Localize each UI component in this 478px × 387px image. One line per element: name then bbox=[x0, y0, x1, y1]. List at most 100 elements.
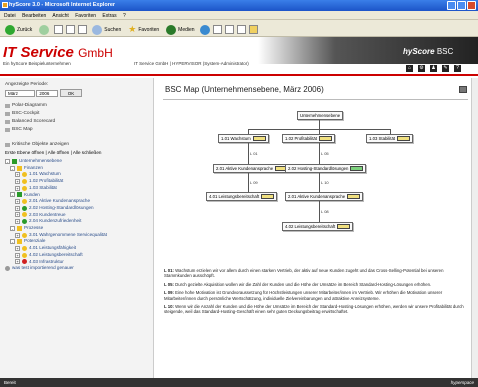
tree-item[interactable]: was test importierend genauer bbox=[5, 265, 148, 272]
map-node-kundenansprache[interactable]: 2.01 Aktive Kundenansprache bbox=[213, 164, 292, 173]
link-label[interactable]: L 09 bbox=[250, 180, 258, 185]
map-node-profitabilitaet[interactable]: 1.02 Profitabilität bbox=[282, 134, 336, 143]
vertical-scrollbar[interactable] bbox=[471, 78, 478, 378]
map-node-hosting[interactable]: 2.02 Hosting-Standardlösungen bbox=[285, 164, 367, 173]
status-icon bbox=[22, 212, 27, 218]
tree-item[interactable]: - Kunden bbox=[5, 192, 148, 199]
tree-item[interactable]: +4.03 Infrastruktur bbox=[5, 259, 148, 266]
ok-button[interactable]: OK bbox=[59, 89, 83, 97]
expand-toggle-icon[interactable]: - bbox=[10, 225, 15, 231]
page-title: BSC Map (Unternehmensebene, März 2006) bbox=[165, 85, 324, 94]
expand-toggle-icon[interactable]: + bbox=[15, 252, 20, 258]
home-icon[interactable] bbox=[78, 25, 88, 34]
folder-icon[interactable] bbox=[248, 25, 258, 34]
map-node-leistungsbereitschaft-a[interactable]: 4.01 Leistungsbereitschaft bbox=[206, 192, 278, 201]
expand-toggle-icon[interactable]: - bbox=[10, 165, 15, 171]
expand-toggle-icon[interactable]: - bbox=[10, 192, 15, 198]
expand-toggle-icon[interactable]: + bbox=[15, 259, 20, 265]
tree-item[interactable]: +2.04 Kundenzufriedenheit bbox=[5, 218, 148, 225]
map-node-root[interactable]: Unternehmensebene bbox=[297, 111, 344, 120]
forward-arrow-icon bbox=[39, 24, 50, 35]
stop-icon[interactable] bbox=[54, 25, 64, 34]
tree-item[interactable]: +2.03 Kundentreue bbox=[5, 212, 148, 219]
expand-toggle-icon[interactable]: + bbox=[15, 205, 20, 211]
expand-toggle-icon[interactable]: + bbox=[15, 232, 20, 238]
tree-item-label: 2.04 Kundenzufriedenheit bbox=[29, 218, 82, 224]
status-icon bbox=[17, 239, 22, 245]
link-label[interactable]: L 01 bbox=[250, 151, 258, 156]
home-nav-icon[interactable]: ⌂ bbox=[405, 64, 414, 73]
tree-item[interactable]: +2.02 Hosting-Standardlösungen bbox=[5, 205, 148, 212]
maximize-button[interactable] bbox=[457, 1, 466, 10]
menu-bearbeiten[interactable]: Bearbeiten bbox=[22, 13, 46, 19]
tree-item[interactable]: +4.02 Leistungsbereitschaft bbox=[5, 252, 148, 259]
expand-toggle-icon[interactable]: + bbox=[15, 172, 20, 178]
expand-toggle-icon[interactable]: + bbox=[15, 245, 20, 251]
map-node-stabilitaet[interactable]: 1.03 Stabilität bbox=[366, 134, 414, 143]
expand-toggle-icon[interactable]: + bbox=[15, 178, 20, 184]
expand-toggle-icon[interactable]: + bbox=[15, 199, 20, 205]
expand-controls[interactable]: Erste Ebene öffnen | Alle öffnen | Alle … bbox=[5, 150, 148, 155]
tree-item[interactable]: +1.03 Stabilität bbox=[5, 185, 148, 192]
nav-polar-diagram[interactable]: Polar-Diagramm bbox=[5, 103, 148, 108]
forward-button[interactable] bbox=[37, 24, 51, 35]
expand-toggle-icon[interactable]: - bbox=[10, 239, 15, 245]
tree-item-label: 1.03 Stabilität bbox=[29, 184, 57, 190]
menu-help[interactable]: ? bbox=[123, 13, 126, 19]
status-icon bbox=[22, 245, 27, 251]
tree-item[interactable]: +4.01 Leistungsfähigkeit bbox=[5, 245, 148, 252]
expand-toggle-icon[interactable]: - bbox=[5, 158, 10, 164]
tree-item-label: 2.02 Hosting-Standardlösungen bbox=[29, 204, 94, 210]
expand-toggle-icon[interactable]: + bbox=[15, 185, 20, 191]
status-icon bbox=[17, 165, 22, 171]
refresh-icon[interactable] bbox=[66, 25, 76, 34]
tree-item[interactable]: - Unternehmensebene bbox=[5, 158, 148, 165]
tree-item[interactable]: - Potenziale bbox=[5, 238, 148, 245]
history-icon[interactable] bbox=[199, 24, 210, 35]
critical-objects-link[interactable]: Kritische Objekte anzeigen bbox=[5, 142, 148, 147]
link-label[interactable]: L 10 bbox=[321, 180, 329, 185]
expand-toggle-icon[interactable]: + bbox=[15, 219, 20, 225]
status-indicator bbox=[319, 136, 333, 141]
expand-toggle-icon[interactable]: + bbox=[15, 212, 20, 218]
media-button[interactable]: Medien bbox=[164, 24, 196, 35]
help-icon[interactable]: ? bbox=[453, 64, 462, 73]
menu-ansicht[interactable]: Ansicht bbox=[52, 13, 68, 19]
tree-item[interactable]: +1.02 Profitabilität bbox=[5, 178, 148, 185]
edit-icon[interactable] bbox=[236, 25, 246, 34]
tree-item-label: 4.01 Leistungsfähigkeit bbox=[29, 245, 76, 251]
menu-extras[interactable]: Extras bbox=[102, 13, 116, 19]
minimize-button[interactable] bbox=[447, 1, 456, 10]
print-toolbar-icon[interactable] bbox=[224, 25, 234, 34]
users-icon[interactable]: ♟ bbox=[429, 64, 438, 73]
tree-item[interactable]: +3.01 Wahrgenommene Servicequalität bbox=[5, 232, 148, 239]
explanation-item: L 05: Durch gezielte Akquisition wollen … bbox=[164, 281, 432, 287]
tree-item[interactable]: - Prozesse bbox=[5, 225, 148, 232]
status-icon bbox=[12, 158, 17, 164]
nav-bsc-cockpit[interactable]: BSC-Cockpit bbox=[5, 111, 148, 116]
search-button[interactable]: Suchen bbox=[90, 24, 123, 35]
map-node-wachstum[interactable]: 1.01 Wachstum bbox=[218, 134, 269, 143]
tree-item[interactable]: - Finanzen bbox=[5, 165, 148, 172]
tree-item[interactable]: +2.01 Aktive Kundenansprache bbox=[5, 198, 148, 205]
link-label[interactable]: L 08 bbox=[321, 209, 329, 214]
nav-bsc-map[interactable]: BSC Map bbox=[5, 127, 148, 132]
map-node-leistungsbereitschaft-b[interactable]: 4.02 Leistungsbereitschaft bbox=[282, 222, 354, 231]
back-button[interactable]: Zurück bbox=[3, 24, 34, 35]
mail-icon[interactable] bbox=[212, 25, 222, 34]
map-node-kundenansprache-b[interactable]: 2.01 Aktive Kundenansprache bbox=[285, 192, 364, 201]
print-icon[interactable] bbox=[459, 86, 467, 93]
nav-balanced-scorecard[interactable]: Balanced Scorecard bbox=[5, 119, 148, 124]
menu-favoriten[interactable]: Favoriten bbox=[75, 13, 96, 19]
tree-item[interactable]: +1.01 Wachstum bbox=[5, 171, 148, 178]
link-label[interactable]: L 05 bbox=[321, 151, 329, 156]
favorites-button[interactable]: ★ Favoriten bbox=[126, 24, 161, 35]
browser-toolbar: Zurück Suchen ★ Favoriten Medien bbox=[0, 20, 478, 37]
search-icon bbox=[92, 24, 103, 35]
tools-icon[interactable]: ✎ bbox=[441, 64, 450, 73]
settings-icon[interactable]: ⚙ bbox=[417, 64, 426, 73]
close-button[interactable] bbox=[467, 1, 476, 10]
year-select[interactable]: 2006 bbox=[36, 89, 59, 97]
menu-datei[interactable]: Datei bbox=[4, 13, 16, 19]
month-select[interactable]: März bbox=[5, 89, 35, 97]
